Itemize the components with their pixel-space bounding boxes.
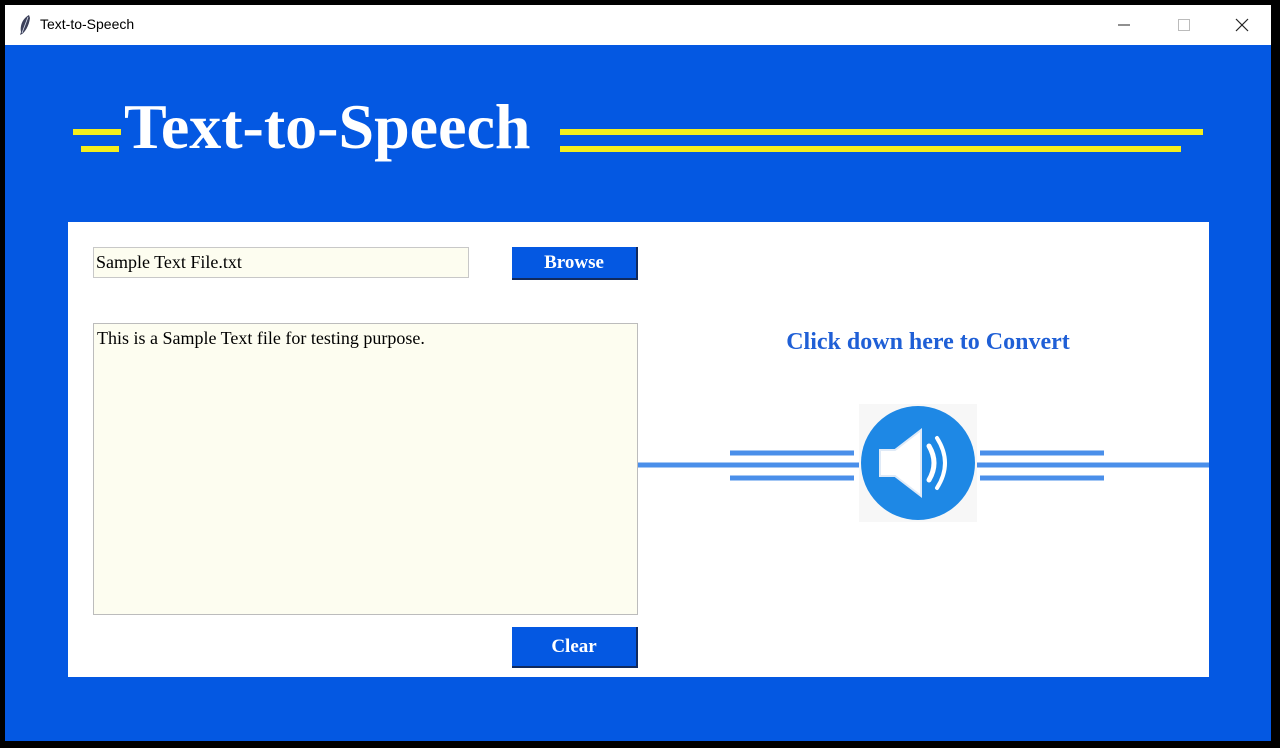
title-bar: Text-to-Speech — [5, 5, 1271, 45]
browse-button[interactable]: Browse — [512, 247, 638, 280]
convert-speaker-button[interactable] — [859, 404, 977, 522]
convert-label: Click down here to Convert — [786, 329, 1070, 355]
clear-button[interactable]: Clear — [512, 627, 638, 668]
minimize-button[interactable] — [1095, 5, 1153, 45]
main-panel: Sample Text File.txt Browse This is a Sa… — [68, 222, 1209, 677]
close-button[interactable] — [1213, 5, 1271, 45]
text-editor[interactable]: This is a Sample Text file for testing p… — [93, 323, 638, 615]
minimize-icon — [1118, 24, 1130, 26]
decor-line-right-bottom — [560, 146, 1181, 152]
decor-line-left-bottom — [81, 146, 119, 152]
maximize-icon — [1178, 19, 1190, 31]
decor-line-left-top — [73, 129, 121, 135]
window-title: Text-to-Speech — [40, 16, 135, 32]
feather-icon — [20, 15, 30, 35]
app-heading: Text-to-Speech — [124, 91, 531, 162]
file-path-field[interactable]: Sample Text File.txt — [93, 247, 469, 278]
maximize-button[interactable] — [1155, 5, 1213, 45]
decor-line-right-top — [560, 129, 1203, 135]
close-icon — [1235, 18, 1249, 32]
app-window: Text-to-Speech Text-to-Speech Sample Tex… — [5, 5, 1271, 741]
